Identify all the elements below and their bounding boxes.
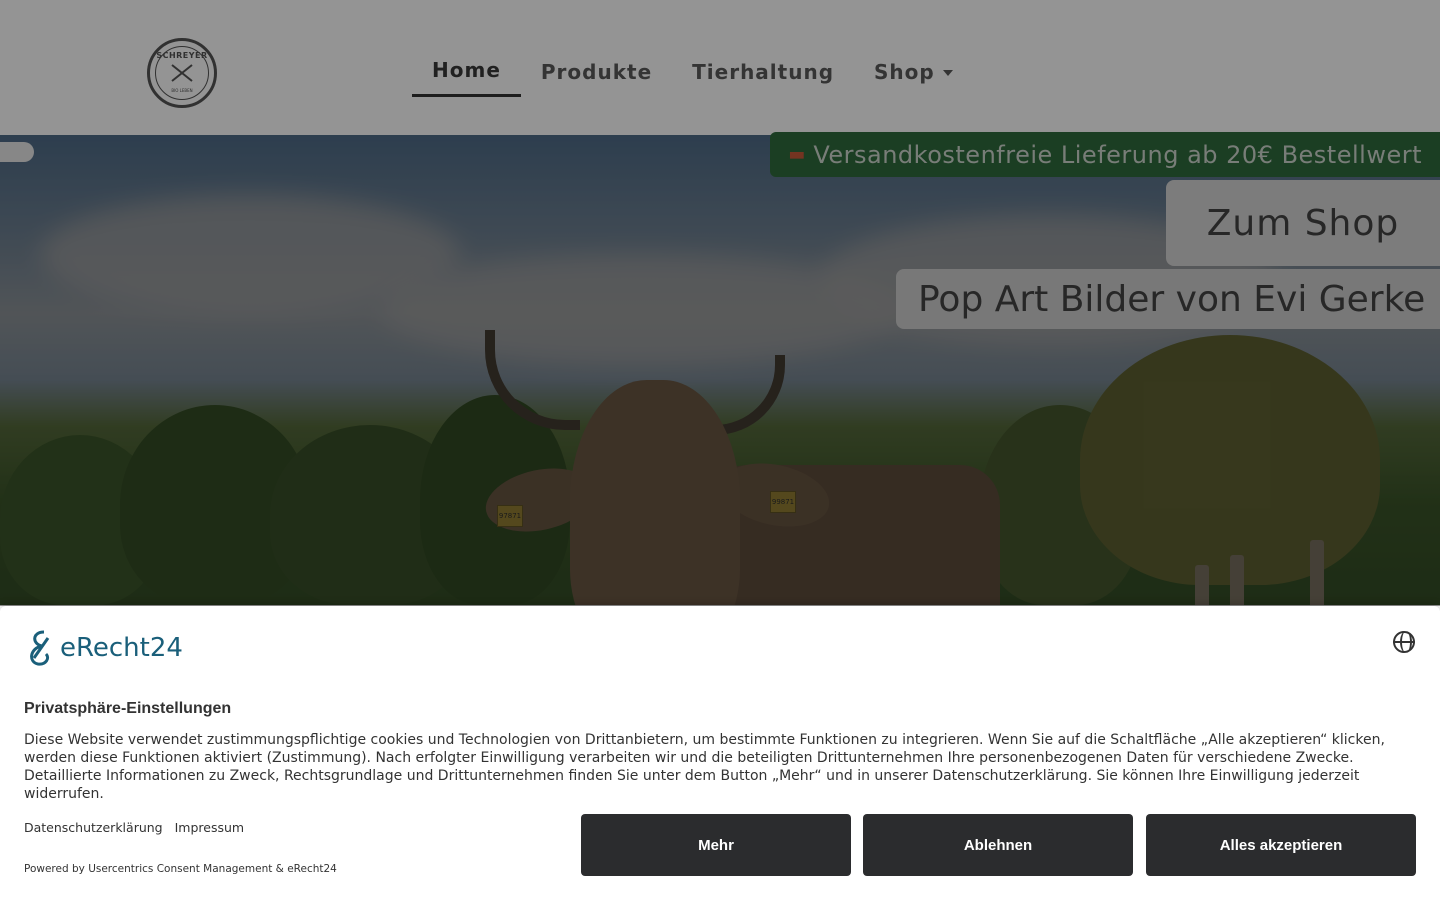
decline-button[interactable]: Ablehnen — [863, 814, 1133, 876]
nav-item-label: Tierhaltung — [692, 59, 835, 84]
logo-brand: SCHREYER — [156, 51, 208, 60]
shipping-text: Versandkostenfreie Lieferung ab 20€ Best… — [813, 140, 1422, 169]
chevron-down-icon — [942, 69, 953, 76]
nav-item-label: Shop — [874, 59, 935, 84]
globe-icon[interactable] — [1393, 631, 1415, 653]
logo-subtext: BIO LEBEN — [171, 88, 193, 93]
privacy-policy-link[interactable]: Datenschutzerklärung — [24, 820, 163, 835]
shipping-banner: ▬ Versandkostenfreie Lieferung ab 20€ Be… — [770, 132, 1440, 177]
popart-label: Pop Art Bilder von Evi Gerke — [918, 278, 1426, 320]
popart-link[interactable]: Pop Art Bilder von Evi Gerke — [896, 269, 1440, 329]
erecht24-logo: eRecht24 — [24, 628, 183, 668]
nav-item-label: Home — [432, 58, 501, 82]
nav-item-tierhaltung[interactable]: Tierhaltung — [672, 48, 854, 97]
nav-item-shop[interactable]: Shop — [854, 48, 973, 97]
imprint-link[interactable]: Impressum — [175, 820, 244, 835]
crossed-tools-icon — [171, 64, 193, 82]
erecht24-mark-icon — [30, 630, 50, 666]
more-button[interactable]: Mehr — [581, 814, 851, 876]
erecht24-wordmark: eRecht24 — [60, 633, 183, 663]
main-nav: Home Produkte Tierhaltung Shop — [412, 48, 973, 97]
nav-item-home[interactable]: Home — [412, 48, 521, 97]
side-tab[interactable] — [0, 142, 34, 162]
truck-icon: ▬ — [788, 144, 806, 165]
shop-button-label: Zum Shop — [1206, 202, 1400, 244]
farm-logo-icon[interactable]: SCHREYER BIO LEBEN — [147, 38, 217, 108]
shop-button[interactable]: Zum Shop — [1166, 180, 1440, 266]
consent-links: Datenschutzerklärung Impressum — [24, 820, 244, 835]
powered-by: Powered by Usercentrics Consent Manageme… — [24, 863, 337, 875]
consent-description: Diese Website verwendet zustimmungspflic… — [24, 732, 1385, 802]
nav-item-label: Produkte — [540, 59, 653, 84]
site-header: SCHREYER BIO LEBEN Home Produkte Tierhal… — [0, 0, 1440, 135]
accept-all-button[interactable]: Alles akzeptieren — [1146, 814, 1416, 876]
nav-item-produkte[interactable]: Produkte — [521, 48, 672, 97]
consent-title: Privatsphäre-Einstellungen — [24, 700, 232, 717]
